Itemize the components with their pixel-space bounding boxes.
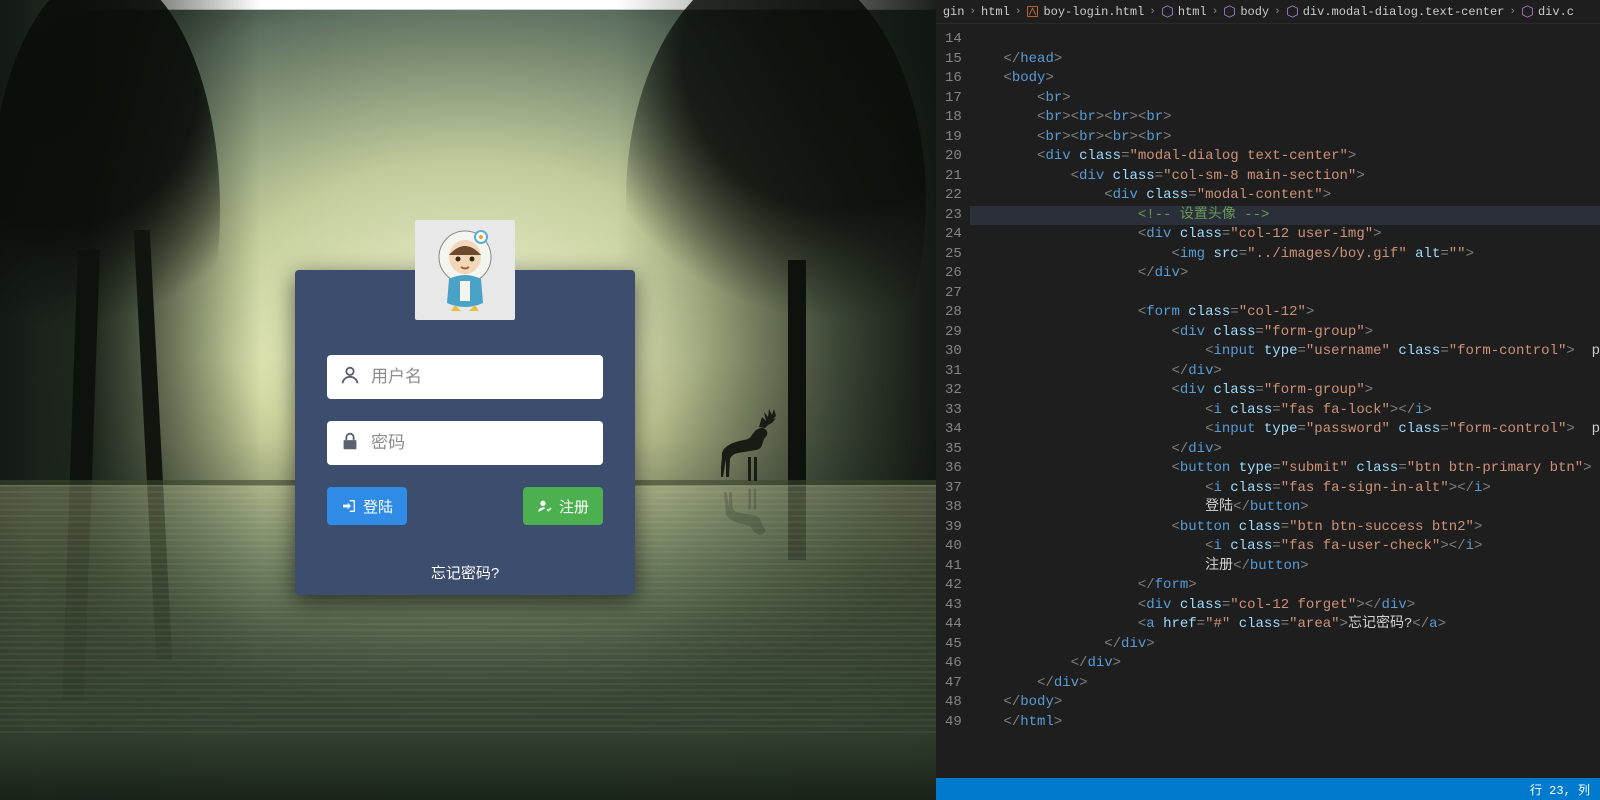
password-input[interactable] <box>371 433 592 453</box>
register-button-label: 注册 <box>559 496 589 517</box>
password-field-wrap[interactable] <box>327 421 603 465</box>
register-button[interactable]: 注册 <box>523 487 603 525</box>
avatar <box>415 220 515 320</box>
user-check-icon <box>537 498 553 514</box>
username-input[interactable] <box>371 367 592 387</box>
breadcrumb[interactable]: gin› html› boy-login.html› html› body› d… <box>936 0 1600 24</box>
lock-icon <box>339 430 361 457</box>
deer-silhouette <box>721 405 781 485</box>
login-button-label: 登陆 <box>363 496 393 517</box>
login-button[interactable]: 登陆 <box>327 487 407 525</box>
forgot-password: 忘记密码? <box>295 562 635 583</box>
code-editor: gin› html› boy-login.html› html› body› d… <box>936 0 1600 800</box>
cursor-position: 行 23, 列 <box>1530 781 1590 798</box>
login-modal: 登陆 注册 忘记密码? <box>295 270 635 595</box>
browser-preview: 登陆 注册 忘记密码? <box>0 0 936 800</box>
forgot-password-link[interactable]: 忘记密码? <box>431 565 499 582</box>
code-text[interactable]: </head> <body> <br> <br><br><br><br> <br… <box>970 24 1600 778</box>
user-icon <box>339 364 361 391</box>
sign-in-icon <box>341 498 357 514</box>
code-area[interactable]: 1415161718192021222324252627282930313233… <box>936 24 1600 778</box>
line-gutter: 1415161718192021222324252627282930313233… <box>936 24 970 778</box>
status-bar[interactable]: 行 23, 列 <box>936 778 1600 800</box>
username-field-wrap[interactable] <box>327 355 603 399</box>
